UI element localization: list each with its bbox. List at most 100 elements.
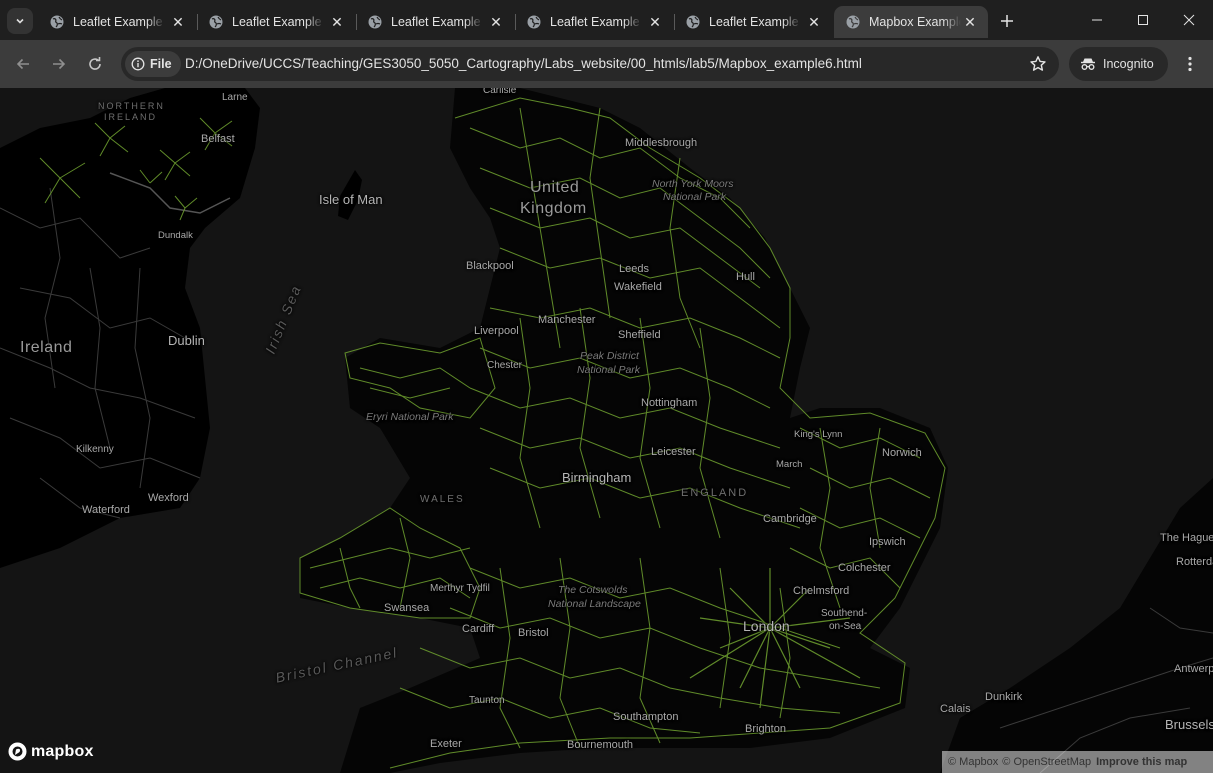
tab-6-active[interactable]: Mapbox Example ✕ [834,6,988,38]
address-bar[interactable]: File D:/OneDrive/UCCS/Teaching/GES3050_5… [121,47,1059,81]
label-birmingham: Birmingham [562,470,632,485]
minimize-icon [1092,19,1102,21]
new-tab-button[interactable] [996,10,1018,32]
map-basemap [0,88,1213,773]
url-text[interactable]: D:/OneDrive/UCCS/Teaching/GES3050_5050_C… [185,56,862,71]
label-london: London [743,618,790,634]
close-icon[interactable]: ✕ [962,14,978,30]
star-icon[interactable] [1029,55,1047,73]
close-icon[interactable]: ✕ [170,14,186,30]
label-northern-ireland-1: NORTHERN [98,101,165,111]
arrow-left-icon [16,58,29,70]
label-middlesbrough: Middlesbrough [625,137,698,149]
attribution-mapbox[interactable]: © Mapbox [948,756,998,768]
close-icon[interactable]: ✕ [806,14,822,30]
plus-icon [1001,15,1013,27]
more-vertical-icon [1188,56,1192,72]
label-southend-1: Southend- [821,608,868,619]
close-icon[interactable]: ✕ [329,14,345,30]
label-merthyr: Merthyr Tydfil [430,583,490,594]
minimize-button[interactable] [1074,0,1120,40]
mapbox-logo-icon [8,742,27,761]
label-uk-1: United [530,179,580,196]
label-kilkenny: Kilkenny [76,444,114,455]
label-cotswolds-1: The Cotswolds [558,584,628,596]
back-button[interactable] [11,52,35,76]
tab-title: Leaflet Example [709,15,799,29]
label-dunkirk: Dunkirk [985,691,1023,703]
gb-landmass [300,88,948,773]
label-brussels: Brussels [1165,717,1213,732]
tab-2[interactable]: Leaflet Example ✕ [197,6,355,38]
label-eryri: Eryri National Park [366,411,454,423]
label-hull: Hull [736,271,755,283]
close-icon[interactable]: ✕ [647,14,663,30]
globe-icon [527,15,541,29]
site-chip-label: File [150,57,172,71]
label-cotswolds-2: National Landscape [548,598,641,610]
label-antwerp: Antwerp [1174,663,1213,675]
label-leeds: Leeds [619,263,649,275]
info-icon [131,57,145,71]
label-norwich: Norwich [882,447,922,459]
tab-search-button[interactable] [7,8,33,34]
ireland-landmass [0,88,260,568]
label-liverpool: Liverpool [474,325,519,337]
globe-icon [368,15,382,29]
label-taunton: Taunton [469,695,505,706]
label-brighton: Brighton [745,723,786,735]
mapbox-logo-text: mapbox [31,742,94,760]
label-the-hague: The Hague [1160,532,1213,544]
label-march: March [776,459,803,470]
improve-map-link[interactable]: Improve this map [1096,756,1187,768]
tab-4[interactable]: Leaflet Example ✕ [515,6,673,38]
maximize-icon [1138,15,1148,25]
label-ipswich: Ipswich [869,536,906,548]
label-england: ENGLAND [681,487,749,499]
close-window-button[interactable] [1166,0,1212,40]
globe-icon [846,15,860,29]
label-wexford: Wexford [148,492,189,504]
label-swansea: Swansea [384,602,430,614]
label-chester: Chester [487,360,523,371]
incognito-badge[interactable]: Incognito [1069,47,1168,81]
reload-icon [89,57,101,70]
label-cambridge: Cambridge [763,513,817,525]
tab-title: Leaflet Example [391,15,481,29]
site-info-chip[interactable]: File [125,51,181,77]
label-leicester: Leicester [651,446,696,458]
close-icon[interactable]: ✕ [488,14,504,30]
label-bournemouth: Bournemouth [567,739,634,751]
mapbox-logo[interactable]: mapbox [8,742,94,761]
tab-1[interactable]: Leaflet Example ✕ [38,6,196,38]
label-manchester: Manchester [538,314,596,326]
label-colchester: Colchester [838,562,891,574]
label-bristol: Bristol [518,627,549,639]
label-dundalk: Dundalk [158,230,193,241]
chevron-down-icon [16,18,24,24]
label-southampton: Southampton [613,711,679,723]
forward-button[interactable] [47,52,71,76]
maximize-button[interactable] [1120,0,1166,40]
label-belfast: Belfast [201,133,235,145]
label-exeter: Exeter [430,738,462,750]
label-rotterdam: Rotterdam [1176,556,1213,568]
browser-menu-button[interactable] [1180,52,1200,76]
label-cardiff: Cardiff [462,623,495,635]
label-blackpool: Blackpool [466,260,514,272]
label-calais: Calais [940,703,971,715]
tab-3[interactable]: Leaflet Example ✕ [356,6,514,38]
tab-5[interactable]: Leaflet Example ✕ [674,6,832,38]
tab-title: Leaflet Example [232,15,322,29]
label-larne: Larne [222,92,248,103]
attribution-osm[interactable]: © OpenStreetMap [1002,756,1091,768]
map-canvas[interactable]: NORTHERN IRELAND Larne Belfast Dundalk I… [0,88,1213,773]
label-nottingham: Nottingham [641,397,698,409]
reload-button[interactable] [83,52,107,76]
label-wakefield: Wakefield [614,281,662,293]
label-dublin: Dublin [168,333,205,348]
label-southend-2: on-Sea [829,621,862,632]
label-sheffield: Sheffield [618,329,661,341]
tab-title: Leaflet Example [550,15,640,29]
label-carlisle: Carlisle [483,88,517,96]
